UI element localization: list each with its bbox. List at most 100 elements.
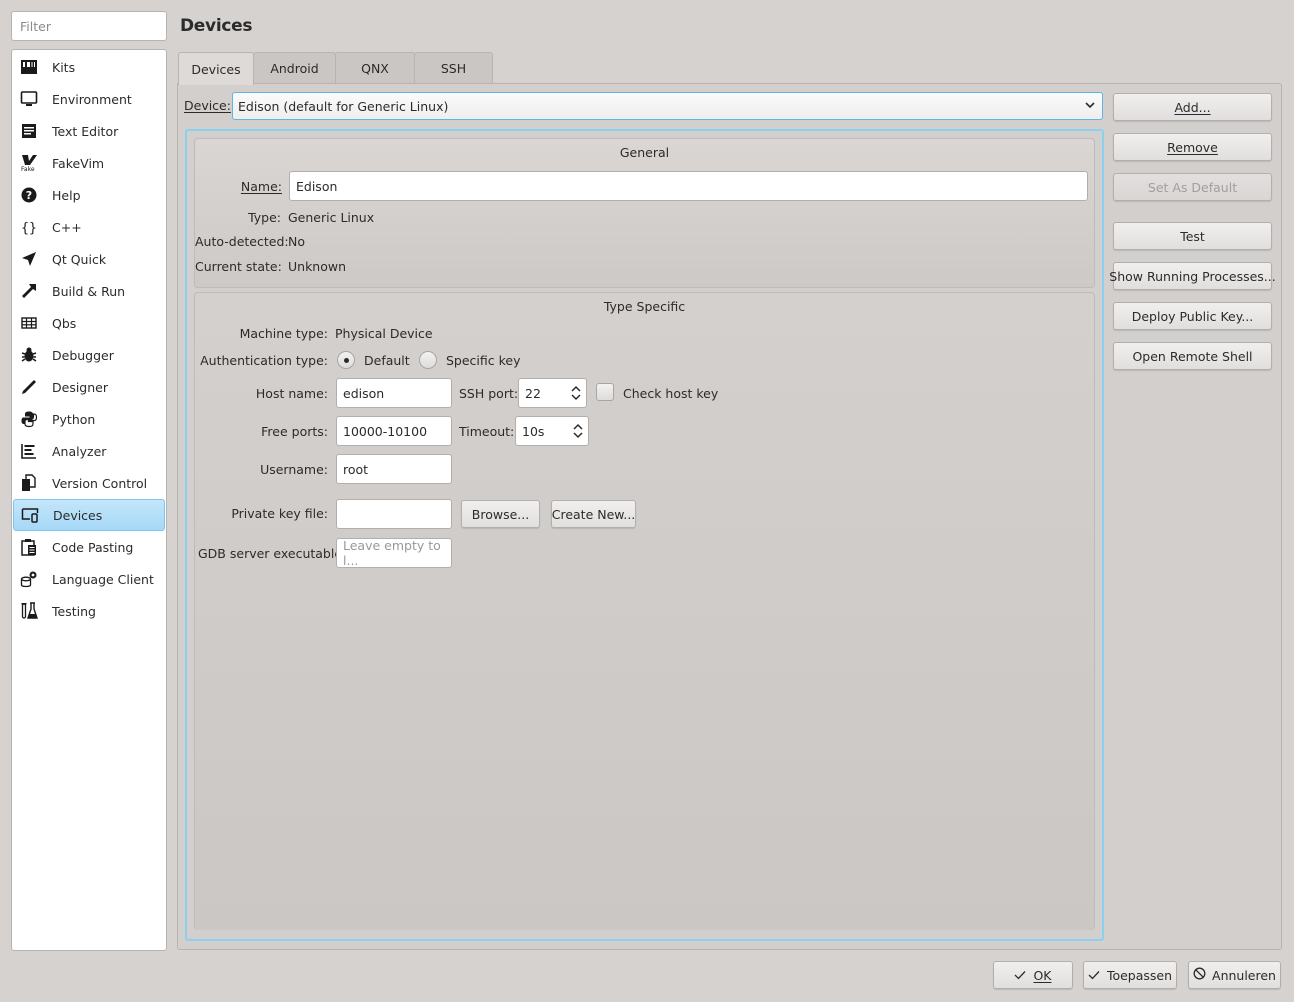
device-select[interactable]: Edison (default for Generic Linux): [232, 92, 1103, 120]
sidebar-item-qt-quick[interactable]: Qt Quick: [13, 243, 165, 275]
sidebar-item-code-pasting[interactable]: Code Pasting: [13, 531, 165, 563]
tab-qnx[interactable]: QNX: [335, 52, 415, 84]
sidebar-item-fakevim[interactable]: Fake FakeVim: [13, 147, 165, 179]
svg-text:Fake: Fake: [21, 166, 35, 172]
create-new-button[interactable]: Create New...: [551, 500, 636, 528]
machine-type-value: Physical Device: [335, 326, 433, 341]
qt-quick-icon: [19, 249, 39, 269]
check-host-key-label[interactable]: Check host key: [623, 386, 718, 401]
host-name-label: Host name:: [198, 386, 328, 401]
bug-icon: [19, 345, 39, 365]
version-control-icon: [19, 473, 39, 493]
name-label: Name:: [200, 179, 282, 194]
devices-icon: [20, 505, 40, 525]
sidebar-item-label: Text Editor: [52, 123, 119, 139]
svg-text:{}: {}: [21, 221, 37, 236]
auth-type-label: Authentication type:: [200, 353, 328, 368]
apply-label: Toepassen: [1106, 967, 1173, 983]
add-device-button[interactable]: Add...: [1113, 93, 1272, 121]
sidebar-item-python[interactable]: Python: [13, 403, 165, 435]
ssh-port-label: SSH port:: [459, 386, 519, 401]
private-key-input[interactable]: [336, 499, 452, 529]
sidebar-item-cpp[interactable]: {} C++: [13, 211, 165, 243]
sidebar-item-label: Build & Run: [52, 283, 126, 299]
check-host-key-checkbox[interactable]: [596, 383, 614, 401]
show-running-processes-button[interactable]: Show Running Processes...: [1109, 262, 1276, 290]
sidebar-item-label: Version Control: [52, 475, 148, 491]
spin-arrows-icon[interactable]: [572, 421, 584, 444]
sidebar-item-testing[interactable]: Testing: [13, 595, 165, 627]
sidebar-item-devices[interactable]: Devices: [13, 499, 165, 531]
free-ports-input[interactable]: 10000-10100: [336, 416, 452, 446]
sidebar-item-kits[interactable]: Kits: [13, 51, 165, 83]
tab-devices[interactable]: Devices: [178, 52, 254, 85]
sidebar-item-label: Code Pasting: [52, 539, 134, 555]
sidebar-item-text-editor[interactable]: Text Editor: [13, 115, 165, 147]
sidebar-item-build-run[interactable]: Build & Run: [13, 275, 165, 307]
page-title: Devices: [180, 16, 253, 36]
auth-specific-key-radio[interactable]: [419, 351, 437, 369]
set-as-default-button[interactable]: Set As Default: [1113, 173, 1272, 201]
sidebar-item-label: C++: [52, 219, 82, 235]
sidebar-item-label: FakeVim: [52, 155, 105, 171]
auth-specific-key-label[interactable]: Specific key: [446, 353, 521, 368]
sidebar-item-label: Help: [52, 187, 81, 203]
type-value: Generic Linux: [288, 210, 375, 225]
ssh-port-spinbox[interactable]: 22: [518, 378, 587, 408]
auth-default-radio[interactable]: [337, 351, 355, 369]
sidebar-item-label: Python: [52, 411, 96, 427]
apply-button[interactable]: Toepassen: [1083, 961, 1177, 989]
deploy-public-key-button[interactable]: Deploy Public Key...: [1113, 302, 1272, 330]
sidebar-item-version-control[interactable]: Version Control: [13, 467, 165, 499]
test-button[interactable]: Test: [1113, 222, 1272, 250]
timeout-spinbox[interactable]: 10s: [515, 416, 589, 446]
current-state-value: Unknown: [288, 259, 347, 274]
open-remote-shell-button[interactable]: Open Remote Shell: [1113, 342, 1272, 370]
remove-device-label: Remove: [1167, 139, 1218, 155]
sidebar-item-designer[interactable]: Designer: [13, 371, 165, 403]
type-label: Type:: [248, 210, 281, 225]
auth-default-label[interactable]: Default: [364, 353, 410, 368]
host-name-label-text: Host name:: [255, 386, 328, 401]
sidebar-item-label: Testing: [52, 603, 96, 619]
sidebar-item-language-client[interactable]: Language Client: [13, 563, 165, 595]
sidebar-item-debugger[interactable]: Debugger: [13, 339, 165, 371]
sidebar-item-help[interactable]: ? Help: [13, 179, 165, 211]
name-label-text: Name:: [240, 179, 282, 194]
sidebar-item-label: Debugger: [52, 347, 114, 363]
tab-bar: Devices Android QNX SSH: [178, 52, 493, 85]
hammer-icon: [19, 281, 39, 301]
cancel-button[interactable]: Annuleren: [1188, 961, 1281, 989]
sidebar-item-qbs[interactable]: Qbs: [13, 307, 165, 339]
sidebar-item-label: Qt Quick: [52, 251, 107, 267]
machine-type-label: Machine type:: [239, 326, 328, 341]
python-icon: [19, 409, 39, 429]
sidebar-item-analyzer[interactable]: Analyzer: [13, 435, 165, 467]
chevron-down-icon: [1084, 99, 1096, 114]
sidebar-item-environment[interactable]: Environment: [13, 83, 165, 115]
device-select-value: Edison (default for Generic Linux): [238, 98, 449, 114]
testing-icon: [19, 601, 39, 621]
ok-button[interactable]: OK: [993, 961, 1073, 989]
device-label: Device:: [184, 98, 231, 113]
filter-input[interactable]: [11, 11, 167, 41]
host-name-input[interactable]: edison: [336, 378, 452, 408]
auto-detected-label: Auto-detected:: [195, 234, 289, 249]
gdb-server-input[interactable]: Leave empty to l...: [336, 538, 452, 568]
type-specific-group-title: Type Specific: [603, 299, 686, 314]
free-ports-label: Free ports:: [261, 424, 328, 439]
checkmark-icon: [1088, 968, 1100, 983]
sidebar-item-label: Environment: [52, 91, 132, 107]
remove-device-button[interactable]: Remove: [1113, 133, 1272, 161]
cancel-label: Annuleren: [1212, 967, 1276, 983]
pencil-icon: [19, 377, 39, 397]
auto-detected-value: No: [288, 234, 305, 249]
name-input[interactable]: Edison: [289, 171, 1088, 201]
qbs-grid-icon: [19, 313, 39, 333]
spin-arrows-icon[interactable]: [570, 383, 582, 406]
browse-button[interactable]: Browse...: [461, 500, 540, 528]
username-input[interactable]: root: [336, 454, 452, 484]
tab-ssh[interactable]: SSH: [414, 52, 493, 84]
tab-android[interactable]: Android: [253, 52, 336, 84]
general-group-title: General: [619, 145, 670, 160]
